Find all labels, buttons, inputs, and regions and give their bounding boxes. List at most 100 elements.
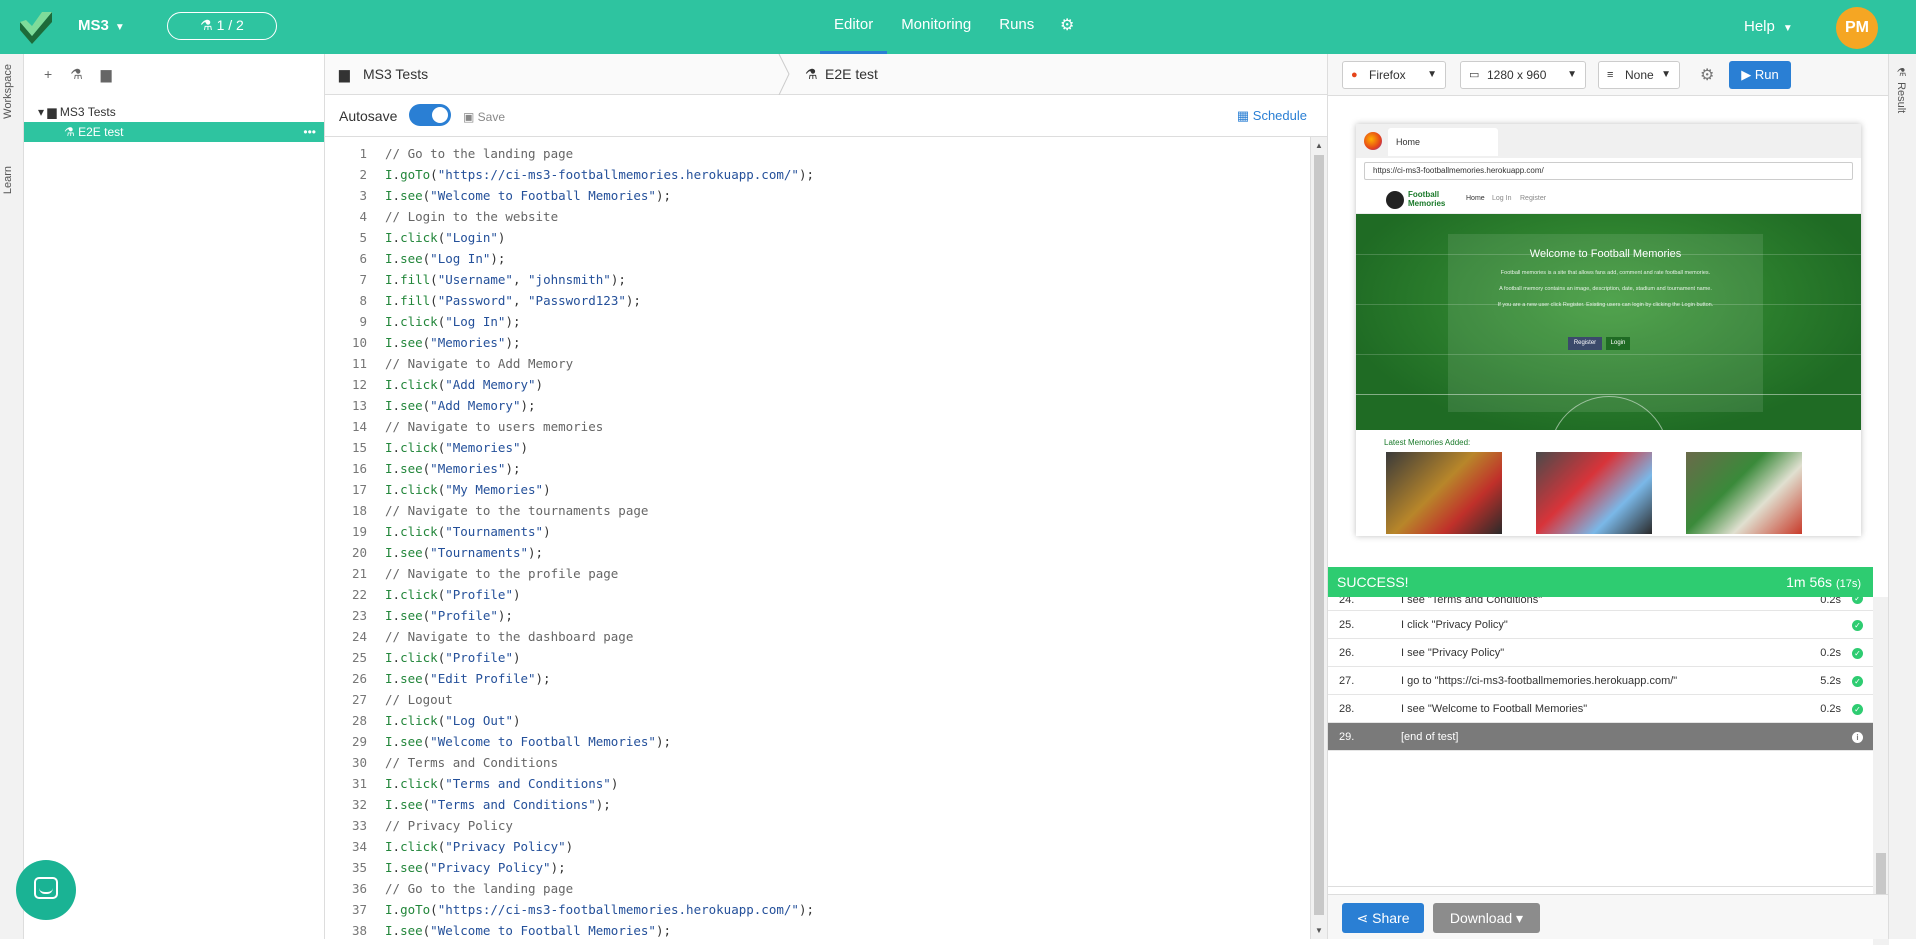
chat-launcher-button[interactable] (16, 860, 76, 920)
code-line[interactable]: 20 I.see("Tournaments"); (325, 542, 1310, 563)
autosave-toggle[interactable] (409, 104, 451, 126)
code-line[interactable]: 21 // Navigate to the profile page (325, 563, 1310, 584)
code-text: I.click("Memories") (385, 440, 529, 455)
code-text: // Privacy Policy (385, 818, 513, 833)
code-line[interactable]: 14 // Navigate to users memories (325, 416, 1310, 437)
download-button[interactable]: Download ▾ (1433, 903, 1540, 933)
code-line[interactable]: 3 I.see("Welcome to Football Memories"); (325, 185, 1310, 206)
code-text: I.goTo("https://ci-ms3-footballmemories.… (385, 167, 814, 182)
runs-counter-pill[interactable]: ⚗ 1 / 2 (167, 12, 277, 40)
code-line[interactable]: 23 I.see("Profile"); (325, 605, 1310, 626)
code-line[interactable]: 25 I.click("Profile") (325, 647, 1310, 668)
project-name: MS3 (78, 17, 109, 34)
tab-runs[interactable]: Runs (985, 0, 1048, 54)
code-text: I.click("Login") (385, 230, 506, 245)
code-line[interactable]: 7 I.fill("Username", "johnsmith"); (325, 269, 1310, 290)
gear-icon[interactable]: ⚙ (1700, 65, 1714, 85)
code-line[interactable]: 26 I.see("Edit Profile"); (325, 668, 1310, 689)
add-icon[interactable]: + (44, 66, 52, 82)
save-button[interactable]: ▣ Save (463, 110, 505, 124)
code-line[interactable]: 17 I.click("My Memories") (325, 479, 1310, 500)
code-line[interactable]: 1 // Go to the landing page (325, 143, 1310, 164)
result-step[interactable]: 26. I see "Privacy Policy" 0.2s ✓ (1328, 639, 1873, 667)
settings-gear-icon[interactable]: ⚙ (1060, 15, 1074, 35)
code-text: I.see("Terms and Conditions"); (385, 797, 611, 812)
code-line[interactable]: 16 I.see("Memories"); (325, 458, 1310, 479)
app-logo-icon[interactable] (18, 10, 54, 44)
code-line[interactable]: 27 // Logout (325, 689, 1310, 710)
tree-folder-ms3-tests[interactable]: ▾ ▆ MS3 Tests (24, 102, 324, 122)
result-step-end[interactable]: 29. [end of test] i (1328, 723, 1873, 751)
database-select[interactable]: ≡ None ▼ (1598, 61, 1680, 89)
check-icon: ✓ (1852, 620, 1863, 631)
code-line[interactable]: 15 I.click("Memories") (325, 437, 1310, 458)
project-selector[interactable]: MS3 ▼ (78, 17, 125, 34)
line-number: 36 (351, 881, 367, 896)
code-line[interactable]: 34 I.click("Privacy Policy") (325, 836, 1310, 857)
left-vertical-strip: Workspace Learn (0, 54, 24, 939)
browser-preview: Home https://ci-ms3-footballmemories.her… (1356, 124, 1861, 536)
scroll-up-icon[interactable]: ▲ (1315, 141, 1323, 150)
code-line[interactable]: 32 I.see("Terms and Conditions"); (325, 794, 1310, 815)
code-editor[interactable]: 1 // Go to the landing page 2 I.goTo("https… (325, 143, 1310, 939)
code-line[interactable]: 4 // Login to the website (325, 206, 1310, 227)
result-step[interactable]: 24. I see "Terms and Conditions" 0.2s ✓ (1328, 597, 1873, 611)
share-button[interactable]: ⋖ Share (1342, 903, 1424, 933)
code-line[interactable]: 6 I.see("Log In"); (325, 248, 1310, 269)
folder-icon[interactable]: ▆ (101, 66, 112, 83)
code-line[interactable]: 37 I.goTo("https://ci-ms3-footballmemorie… (325, 899, 1310, 920)
code-line[interactable]: 11 // Navigate to Add Memory (325, 353, 1310, 374)
tab-result[interactable]: ⚗ Result (1895, 66, 1908, 113)
code-line[interactable]: 33 // Privacy Policy (325, 815, 1310, 836)
code-line[interactable]: 36 // Go to the landing page (325, 878, 1310, 899)
result-step[interactable]: 28. I see "Welcome to Football Memories"… (1328, 695, 1873, 723)
code-line[interactable]: 5 I.click("Login") (325, 227, 1310, 248)
code-line[interactable]: 19 I.click("Tournaments") (325, 521, 1310, 542)
site-nav: Football Memories Home Log In Register (1356, 186, 1861, 214)
browser-select[interactable]: ● Firefox ▼ (1342, 61, 1446, 89)
result-step[interactable]: 27. I go to "https://ci-ms3-footballmemo… (1328, 667, 1873, 695)
schedule-button[interactable]: ▦ Schedule (1237, 108, 1307, 124)
tree-item-label: MS3 Tests (59, 105, 116, 119)
tab-editor[interactable]: Editor (820, 0, 888, 54)
editor-scrollbar[interactable]: ▲ ▼ (1310, 137, 1327, 939)
avatar[interactable]: PM (1836, 7, 1878, 49)
code-line[interactable]: 28 I.click("Log Out") (325, 710, 1310, 731)
chevron-down-icon: ▼ (1782, 23, 1793, 34)
tab-workspace[interactable]: Workspace (2, 64, 22, 119)
code-line[interactable]: 8 I.fill("Password", "Password123"); (325, 290, 1310, 311)
tree-item-e2e-test[interactable]: ⚗ E2E test ••• (24, 122, 324, 142)
code-line[interactable]: 18 // Navigate to the tournaments page (325, 500, 1310, 521)
code-line[interactable]: 22 I.click("Profile") (325, 584, 1310, 605)
code-line[interactable]: 29 I.see("Welcome to Football Memories"); (325, 731, 1310, 752)
main-nav: Editor Monitoring Runs (820, 0, 1048, 54)
caret-down-icon: ▾ (38, 105, 48, 119)
tab-learn[interactable]: Learn (2, 166, 22, 194)
code-line[interactable]: 2 I.goTo("https://ci-ms3-footballmemories… (325, 164, 1310, 185)
code-line[interactable]: 13 I.see("Add Memory"); (325, 395, 1310, 416)
code-line[interactable]: 31 I.click("Terms and Conditions") (325, 773, 1310, 794)
code-line[interactable]: 38 I.see("Welcome to Football Memories"); (325, 920, 1310, 939)
top-bar: MS3 ▼ ⚗ 1 / 2 Editor Monitoring Runs ⚙ He… (0, 0, 1916, 54)
code-line[interactable]: 12 I.click("Add Memory") (325, 374, 1310, 395)
code-line[interactable]: 35 I.see("Privacy Policy"); (325, 857, 1310, 878)
resolution-select[interactable]: ▭ 1280 x 960 ▼ (1460, 61, 1586, 89)
line-number: 10 (351, 335, 367, 350)
run-button[interactable]: ▶ Run (1729, 61, 1791, 89)
help-menu[interactable]: Help ▼ (1744, 18, 1793, 35)
info-icon: i (1852, 732, 1863, 743)
result-step[interactable]: 25. I click "Privacy Policy" ✓ (1328, 611, 1873, 639)
code-line[interactable]: 10 I.see("Memories"); (325, 332, 1310, 353)
more-icon[interactable]: ••• (303, 122, 316, 142)
flask-icon[interactable]: ⚗ (70, 66, 83, 83)
line-number: 12 (351, 377, 367, 392)
code-line[interactable]: 24 // Navigate to the dashboard page (325, 626, 1310, 647)
code-line[interactable]: 9 I.click("Log In"); (325, 311, 1310, 332)
scrollbar-thumb[interactable] (1314, 155, 1324, 915)
code-text: I.goTo("https://ci-ms3-footballmemories.… (385, 902, 814, 917)
tab-monitoring[interactable]: Monitoring (887, 0, 985, 54)
results-scrollbar[interactable] (1873, 597, 1889, 945)
breadcrumb-folder[interactable]: MS3 Tests (363, 66, 428, 82)
code-line[interactable]: 30 // Terms and Conditions (325, 752, 1310, 773)
scroll-down-icon[interactable]: ▼ (1315, 926, 1323, 935)
